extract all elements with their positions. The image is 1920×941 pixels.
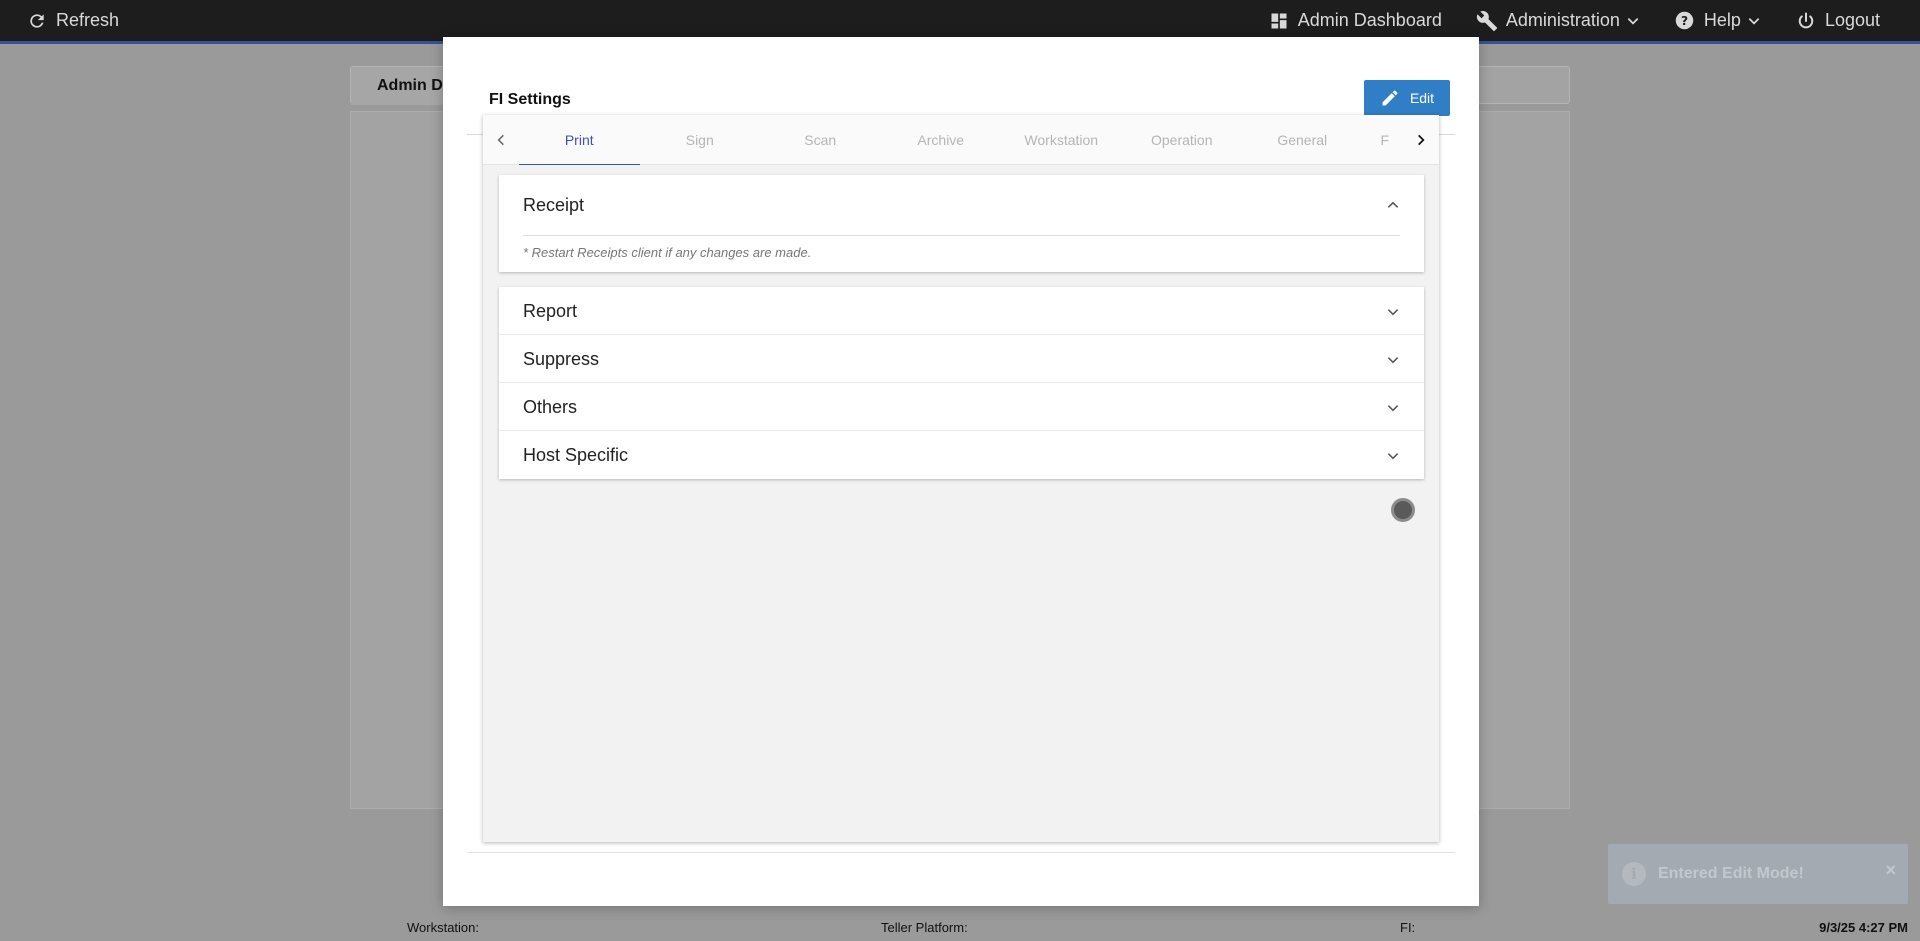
- chevron-right-icon: [1418, 134, 1425, 146]
- panel-title: Receipt: [523, 195, 585, 215]
- panel-suppress[interactable]: Suppress: [499, 335, 1424, 383]
- dashboard-icon: [1268, 10, 1290, 32]
- modal-title: FI Settings: [489, 91, 571, 108]
- status-datetime: 9/3/25 4:27 PM: [1819, 920, 1908, 935]
- help-menu[interactable]: ? Help: [1674, 0, 1761, 43]
- tab-scan[interactable]: Scan: [760, 115, 881, 165]
- settings-card: Print Sign Scan Archive Workstation Operation…: [483, 115, 1439, 842]
- info-icon: i: [1622, 862, 1646, 886]
- receipt-panel: Receipt * Restart Receipts client if any…: [499, 175, 1424, 272]
- tab-operation[interactable]: Operation: [1122, 115, 1243, 165]
- collapsed-panels-group: Report Suppress Others Host Specific: [499, 287, 1424, 479]
- power-icon: [1795, 10, 1817, 32]
- panel-report[interactable]: Report: [499, 287, 1424, 335]
- tab-archive[interactable]: Archive: [881, 115, 1002, 165]
- panel-title: Others: [523, 397, 578, 417]
- panel-title: Suppress: [523, 349, 600, 369]
- fi-settings-modal: FI Settings Edit Print Sign Scan Archive Wor…: [443, 37, 1479, 906]
- panel-title: Host Specific: [523, 445, 629, 465]
- wrench-icon: [1476, 10, 1498, 32]
- toast-close-button[interactable]: ×: [1885, 860, 1896, 881]
- svg-text:?: ?: [1681, 14, 1688, 28]
- tab-print[interactable]: Print: [519, 115, 640, 165]
- status-bar: Workstation: Teller Platform: FI: 9/3/25…: [0, 913, 1920, 941]
- admin-dashboard-label: Admin Dashboard: [1297, 10, 1442, 30]
- refresh-button[interactable]: Refresh: [26, 0, 119, 43]
- receipt-panel-header[interactable]: Receipt: [499, 175, 1424, 235]
- tab-scroll-right-button[interactable]: [1403, 115, 1439, 165]
- help-label: Help: [1703, 10, 1741, 30]
- toast-notification: i Entered Edit Mode! ×: [1608, 844, 1908, 904]
- logout-button[interactable]: Logout: [1795, 0, 1880, 43]
- workstation-label: Workstation:: [407, 920, 480, 935]
- edit-button[interactable]: Edit: [1364, 80, 1450, 116]
- refresh-label: Refresh: [56, 10, 120, 30]
- chevron-down-icon: [1386, 305, 1400, 319]
- chevron-up-icon: [1386, 198, 1400, 212]
- panel-title: Report: [523, 301, 578, 321]
- refresh-icon: [26, 10, 48, 32]
- chevron-down-icon: [1386, 353, 1400, 367]
- panel-divider: [523, 235, 1400, 236]
- help-icon: ?: [1674, 10, 1696, 32]
- tab-workstation[interactable]: Workstation: [1001, 115, 1122, 165]
- logout-label: Logout: [1824, 10, 1880, 30]
- edit-label: Edit: [1409, 90, 1435, 106]
- chevron-left-icon: [497, 134, 504, 146]
- settings-tab-bar: Print Sign Scan Archive Workstation Operation…: [483, 115, 1439, 165]
- tab-list: Print Sign Scan Archive Workstation Operation…: [519, 115, 1403, 165]
- teller-platform-label: Teller Platform:: [881, 920, 968, 935]
- restart-note: * Restart Receipts client if any changes…: [523, 245, 812, 260]
- pencil-icon: [1380, 88, 1400, 108]
- loading-spinner: [1391, 498, 1415, 522]
- fi-label: FI:: [1400, 920, 1416, 935]
- background-tab-label: Admin D: [377, 77, 443, 94]
- tab-general[interactable]: General: [1242, 115, 1363, 165]
- administration-label: Administration: [1505, 10, 1620, 30]
- chevron-down-icon: [1626, 14, 1640, 28]
- tab-f[interactable]: F: [1363, 115, 1404, 165]
- toast-message: Entered Edit Mode!: [1658, 865, 1804, 882]
- chevron-down-icon: [1386, 449, 1400, 463]
- panel-host-specific[interactable]: Host Specific: [499, 431, 1424, 479]
- administration-menu[interactable]: Administration: [1476, 0, 1640, 43]
- tab-sign[interactable]: Sign: [640, 115, 761, 165]
- tab-scroll-left-button[interactable]: [483, 115, 519, 165]
- chevron-down-icon: [1747, 14, 1761, 28]
- modal-footer-divider: [467, 852, 1455, 853]
- chevron-down-icon: [1386, 401, 1400, 415]
- panel-others[interactable]: Others: [499, 383, 1424, 431]
